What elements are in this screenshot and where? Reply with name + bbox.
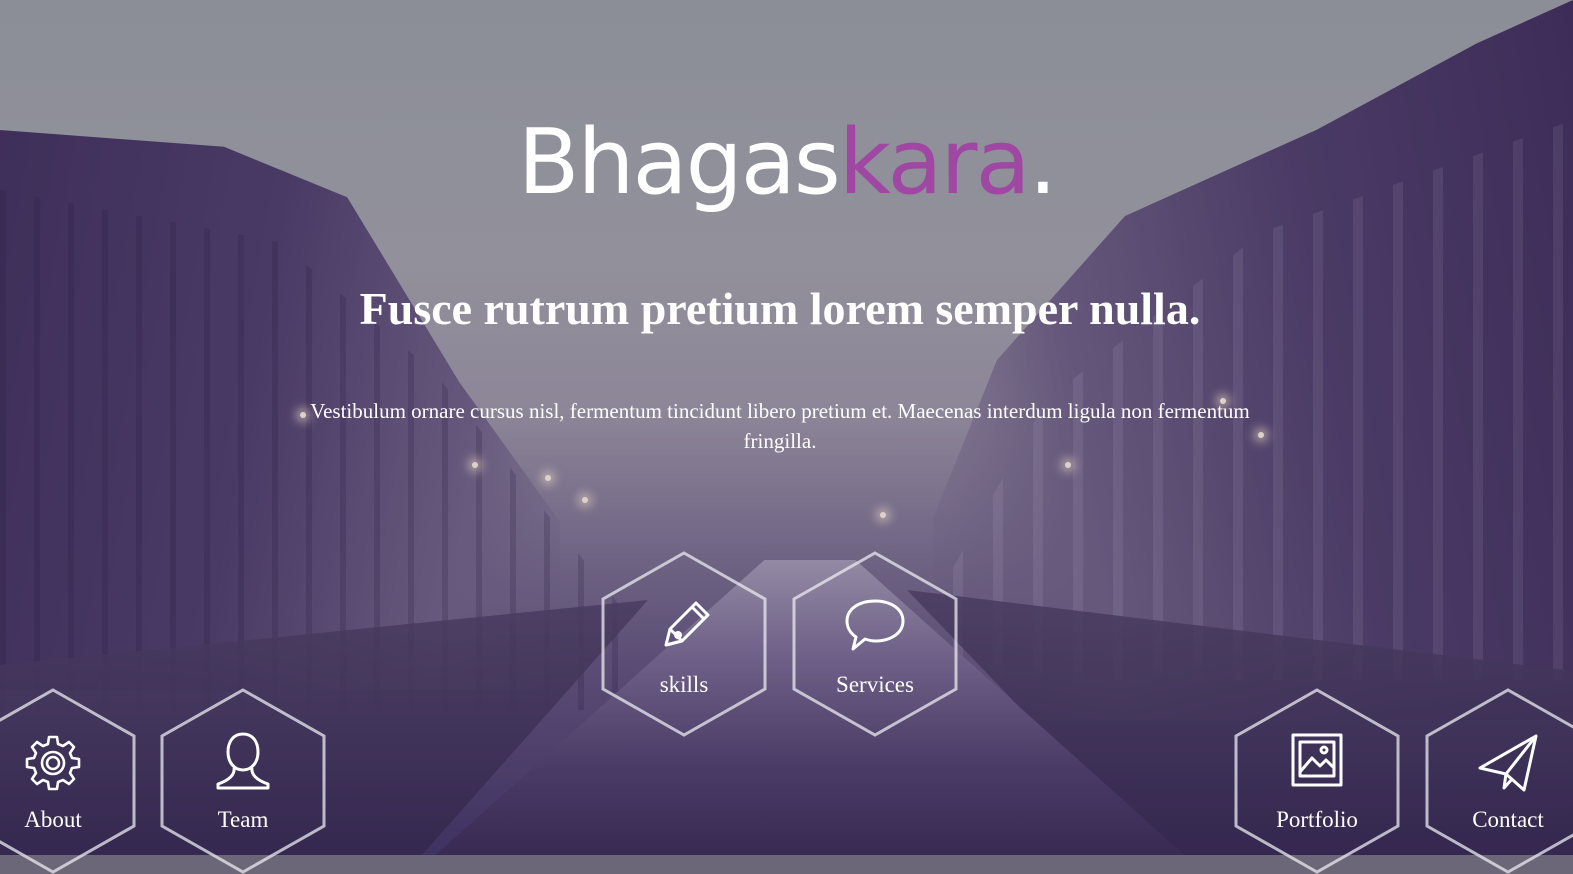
logo-text-part3: . — [1028, 110, 1058, 215]
person-icon — [212, 730, 274, 794]
nav-about-label: About — [24, 807, 82, 832]
hero-headline: Fusce rutrum pretium lorem semper nulla. — [359, 283, 1201, 334]
nav-contact[interactable]: Contact — [1425, 688, 1573, 874]
nav-team-label: Team — [217, 807, 269, 832]
nav-services-label: Services — [836, 672, 914, 697]
speech-bubble-icon — [843, 595, 907, 655]
brand-logo[interactable]: Bhagaskara. — [0, 108, 1573, 218]
nav-contact-label: Contact — [1472, 807, 1544, 832]
nav-team[interactable]: Team — [160, 688, 326, 874]
nav-services[interactable]: Services — [792, 551, 958, 737]
gear-icon — [22, 732, 84, 794]
image-icon — [1290, 732, 1344, 788]
nav-skills-label: skills — [659, 672, 709, 697]
nav-portfolio-label: Portfolio — [1276, 807, 1358, 832]
pencil-icon — [652, 595, 716, 659]
logo-text-part2: kara — [838, 110, 1031, 215]
logo-text-part1: Bhagas — [517, 110, 841, 215]
paper-plane-icon — [1476, 730, 1540, 794]
hero-subtext: Vestibulum ornare cursus nisl, fermentum… — [310, 399, 1250, 453]
nav-portfolio[interactable]: Portfolio — [1234, 688, 1400, 874]
nav-skills[interactable]: skills — [601, 551, 767, 737]
nav-about[interactable]: About — [0, 688, 136, 874]
